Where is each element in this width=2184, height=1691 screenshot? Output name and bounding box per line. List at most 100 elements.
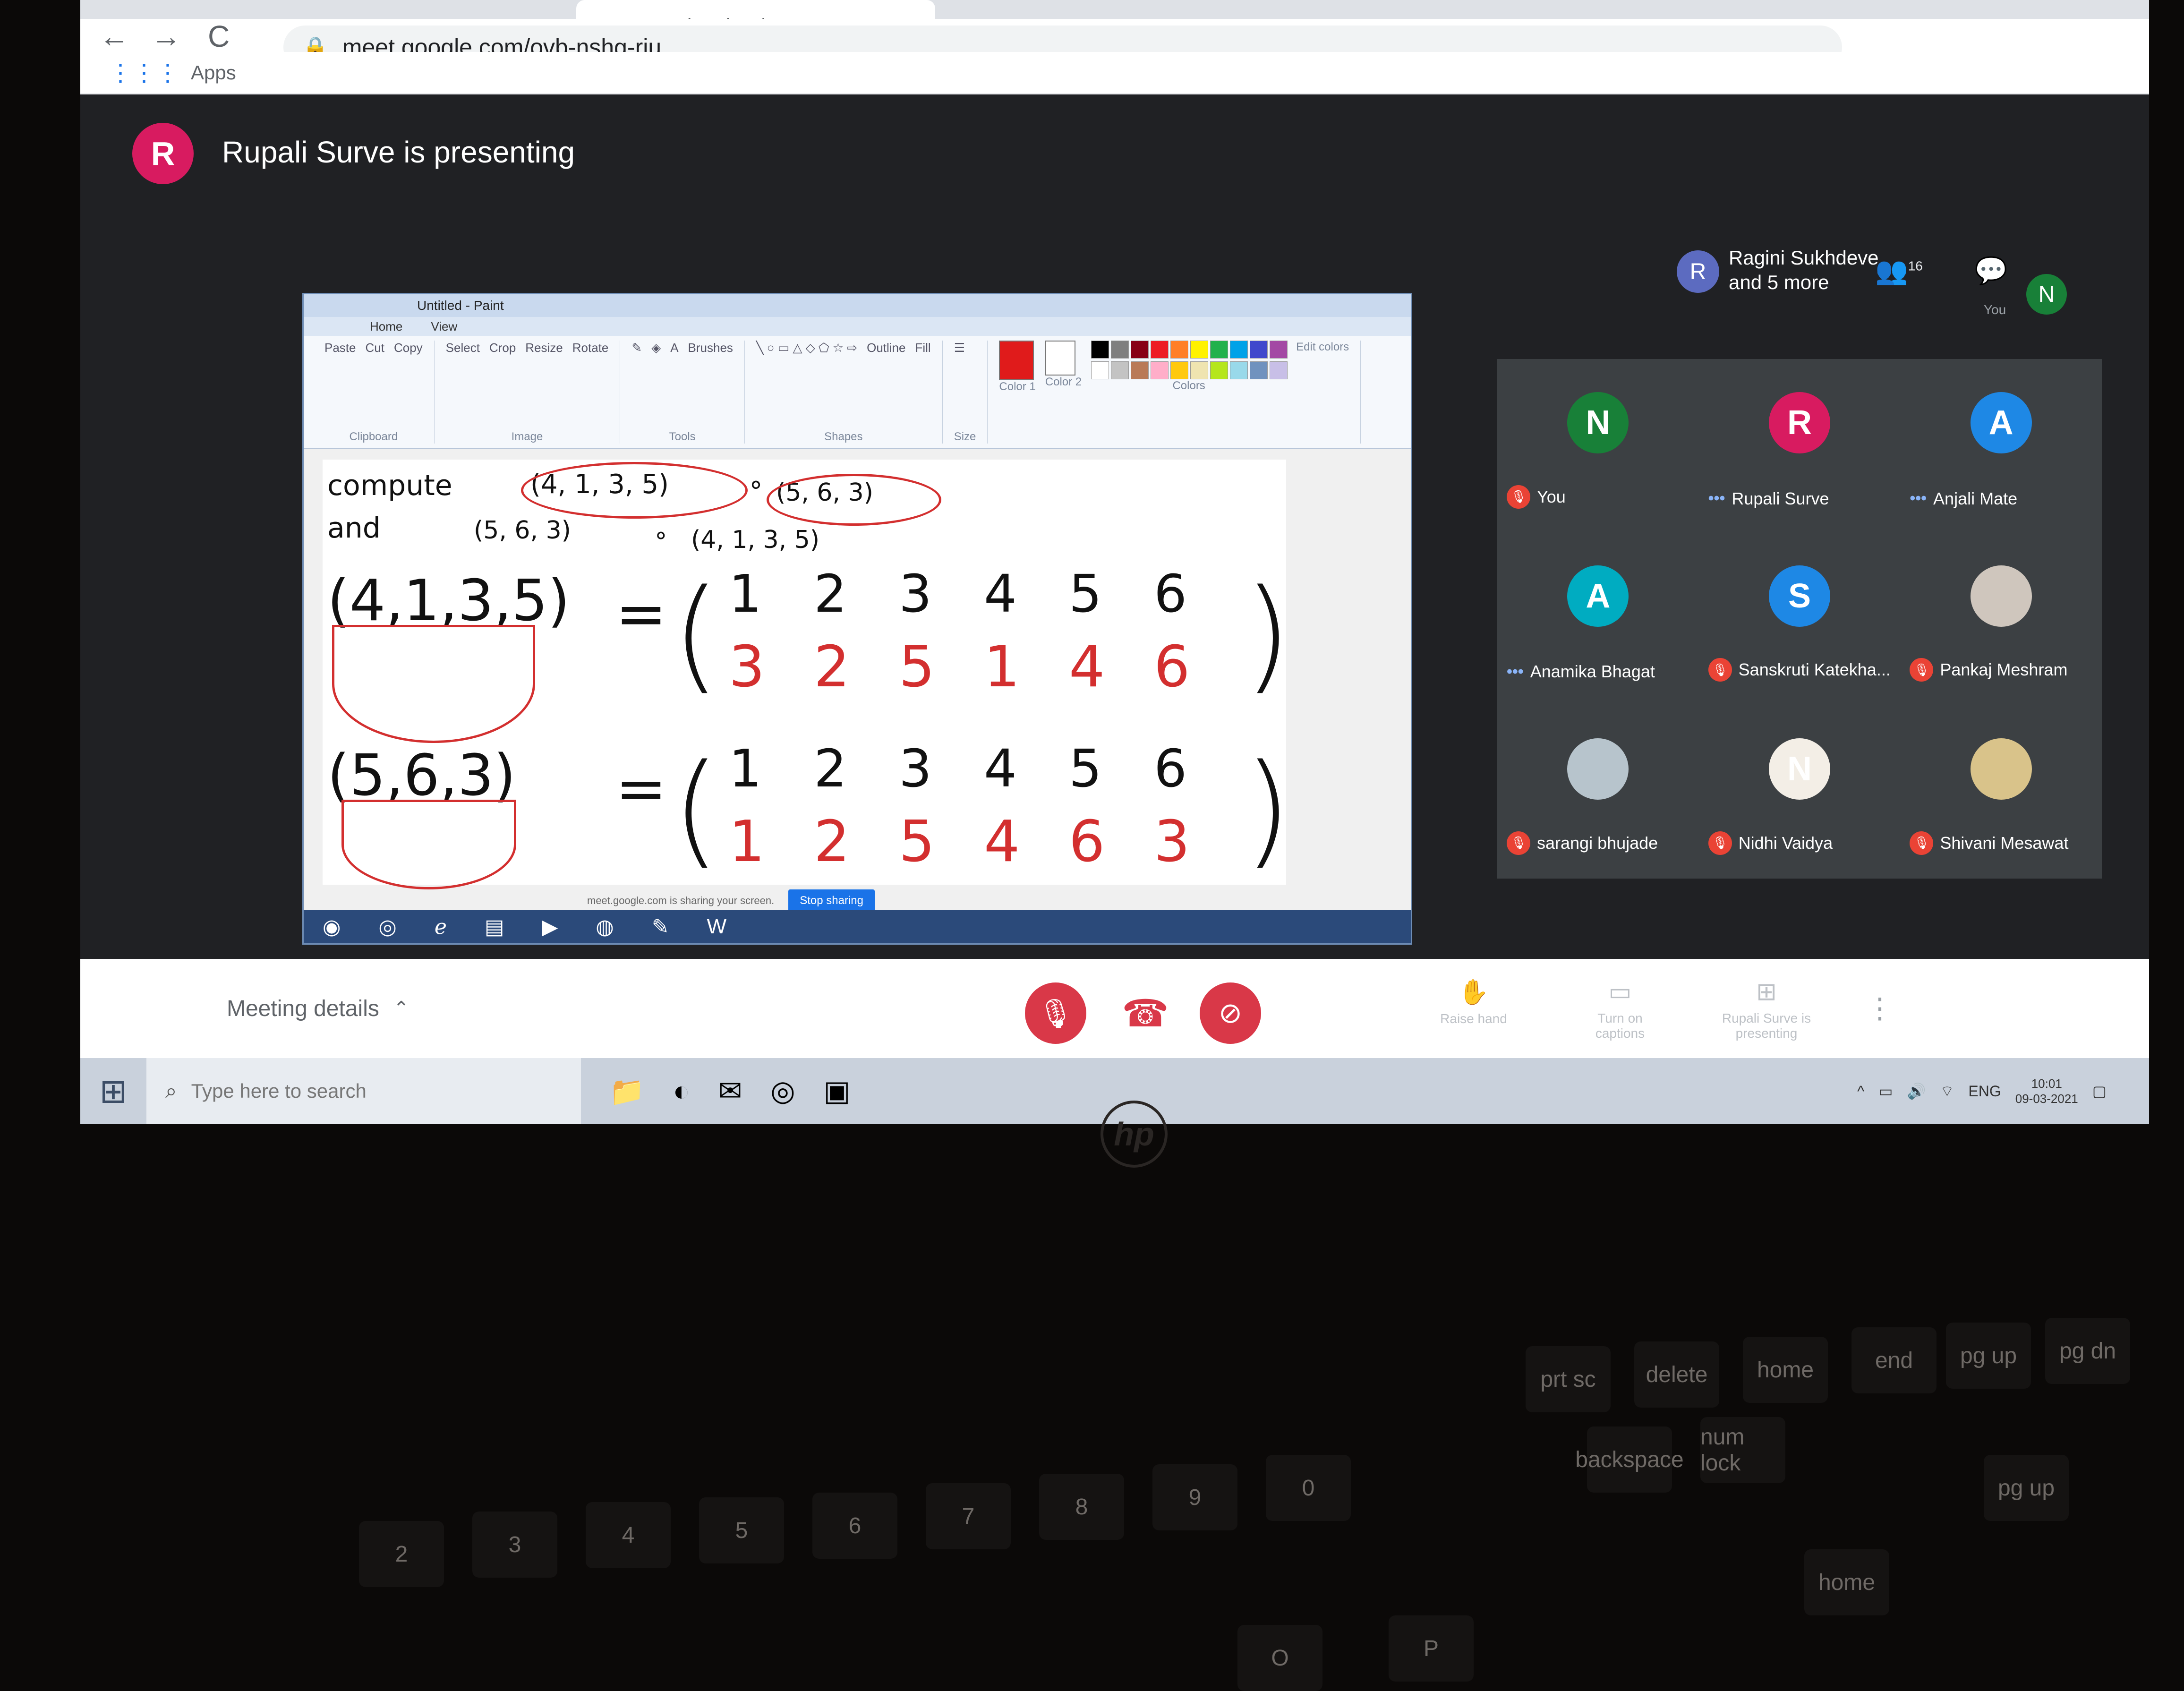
keyboard-key[interactable]: 7: [926, 1483, 1011, 1549]
windows-start-icon[interactable]: ⊞: [80, 1072, 146, 1110]
participant-tile[interactable]: A ••• Anjali Mate: [1900, 359, 2102, 532]
select-button[interactable]: Select: [446, 341, 480, 355]
text-icon[interactable]: A: [670, 341, 678, 355]
color2-selector[interactable]: Color 2: [1045, 341, 1082, 389]
palette-swatch[interactable]: [1230, 361, 1248, 379]
palette-swatch[interactable]: [1210, 341, 1228, 359]
keyboard-key[interactable]: delete: [1634, 1341, 1719, 1408]
paint-canvas[interactable]: compute (4, 1, 3, 5) ∘ (5, 6, 3) and (5,…: [323, 460, 1291, 889]
chat-icon[interactable]: 💬: [1975, 255, 2008, 286]
keyboard-key[interactable]: pg dn: [2045, 1318, 2130, 1384]
brushes-button[interactable]: Brushes: [688, 341, 733, 355]
participant-tile[interactable]: N 🎙 You: [1497, 359, 1699, 532]
participant-tile[interactable]: N 🎙 Nidhi Vaidya: [1699, 705, 1901, 879]
palette-swatch[interactable]: [1190, 341, 1209, 359]
keyboard-key[interactable]: 4: [586, 1502, 671, 1568]
apps-label[interactable]: Apps: [191, 61, 236, 84]
resize-button[interactable]: Resize: [525, 341, 563, 355]
tab-view[interactable]: View: [431, 319, 457, 334]
back-button[interactable]: ←: [99, 19, 129, 54]
fill-icon[interactable]: ◈: [651, 341, 661, 355]
palette-swatch[interactable]: [1270, 341, 1288, 359]
palette-swatch[interactable]: [1250, 341, 1268, 359]
keyboard-key[interactable]: 2: [359, 1521, 444, 1587]
palette-swatch[interactable]: [1270, 361, 1288, 379]
stop-sharing-button[interactable]: Stop sharing: [788, 889, 875, 912]
lang-indicator[interactable]: ENG: [1968, 1083, 2001, 1100]
keyboard-key[interactable]: backspace: [1575, 1426, 1684, 1493]
crop-button[interactable]: Crop: [489, 341, 516, 355]
shapes-gallery-icon[interactable]: ╲ ○ ▭ △ ◇ ⬠ ☆ ⇨: [756, 341, 857, 355]
presenting-button[interactable]: ⊞ Rupali Surve is presenting: [1719, 978, 1814, 1041]
mic-off-button[interactable]: 🎙: [1025, 982, 1086, 1044]
apps-grid-icon[interactable]: ⋮⋮⋮: [109, 59, 179, 86]
fill-button[interactable]: Fill: [915, 341, 930, 355]
word-icon[interactable]: W: [707, 915, 727, 939]
palette-swatch[interactable]: [1111, 341, 1129, 359]
more-options-icon[interactable]: ⋮: [1866, 992, 1894, 1025]
keyboard-key[interactable]: 6: [812, 1493, 897, 1559]
keyboard-key[interactable]: 8: [1039, 1474, 1124, 1540]
pencil-icon[interactable]: ✎: [631, 341, 642, 355]
keyboard-key[interactable]: P: [1389, 1615, 1474, 1682]
firefox-icon[interactable]: ◍: [596, 915, 614, 939]
start-orb-icon[interactable]: ◉: [323, 915, 341, 939]
participant-tile[interactable]: 🎙 sarangi bhujade: [1497, 705, 1699, 879]
keyboard-key[interactable]: end: [1851, 1327, 1937, 1393]
keyboard-key[interactable]: 9: [1152, 1464, 1237, 1530]
keyboard-key[interactable]: home: [1804, 1549, 1889, 1615]
keyboard-key[interactable]: 5: [699, 1497, 784, 1563]
palette-swatch[interactable]: [1151, 341, 1169, 359]
palette-swatch[interactable]: [1170, 341, 1189, 359]
media-icon[interactable]: ▶: [542, 915, 558, 939]
self-avatar[interactable]: N: [2026, 274, 2067, 315]
tab-home[interactable]: Home: [370, 319, 402, 334]
notifications-icon[interactable]: ▢: [2092, 1082, 2107, 1100]
forward-button[interactable]: →: [151, 19, 181, 54]
outline-button[interactable]: Outline: [867, 341, 905, 355]
palette-swatch[interactable]: [1190, 361, 1209, 379]
keyboard-key[interactable]: O: [1237, 1625, 1322, 1691]
keyboard-key[interactable]: 3: [472, 1512, 557, 1578]
clock[interactable]: 10:01 09-03-2021: [2015, 1076, 2078, 1106]
color1-selector[interactable]: Color 1: [999, 341, 1036, 393]
meet-app-icon[interactable]: ▣: [824, 1075, 851, 1108]
size-icon[interactable]: ☰: [954, 341, 965, 355]
participant-tile[interactable]: 🎙 Pankaj Meshram: [1900, 532, 2102, 706]
keyboard-key[interactable]: pg up: [1946, 1323, 2031, 1389]
taskbar-search[interactable]: ⌕ Type here to search: [146, 1058, 581, 1124]
cut-button[interactable]: Cut: [366, 341, 384, 355]
participant-tile[interactable]: A ••• Anamika Bhagat: [1497, 532, 1699, 706]
file-explorer-icon[interactable]: 📁: [609, 1075, 645, 1108]
keyboard-key[interactable]: 0: [1266, 1455, 1351, 1521]
edit-colors-button[interactable]: Edit colors: [1296, 341, 1349, 354]
participant-tile[interactable]: S 🎙 Sanskruti Katekha...: [1699, 532, 1901, 706]
palette-swatch[interactable]: [1091, 361, 1109, 379]
captions-button[interactable]: ▭ Turn on captions: [1573, 978, 1667, 1041]
rotate-button[interactable]: Rotate: [572, 341, 609, 355]
keyboard-key[interactable]: home: [1743, 1337, 1828, 1403]
palette-swatch[interactable]: [1131, 361, 1149, 379]
explorer-icon[interactable]: ▤: [485, 915, 504, 939]
wifi-icon[interactable]: ⌔: [1940, 1082, 1954, 1101]
paste-button[interactable]: Paste: [324, 341, 356, 355]
palette-swatch[interactable]: [1091, 341, 1109, 359]
mail-icon[interactable]: ✉: [718, 1075, 742, 1108]
keyboard-key[interactable]: num lock: [1700, 1417, 1785, 1483]
palette-swatch[interactable]: [1170, 361, 1189, 379]
participant-tile[interactable]: 🎙 Shivani Mesawat: [1900, 705, 2102, 879]
people-icon[interactable]: 👥16: [1875, 255, 1923, 286]
hang-up-button[interactable]: ☎: [1115, 982, 1176, 1044]
palette-swatch[interactable]: [1111, 361, 1129, 379]
meeting-details-button[interactable]: Meeting details: [227, 996, 379, 1022]
tray-chevron-icon[interactable]: ^: [1857, 1083, 1864, 1100]
chrome-taskbar-icon[interactable]: ◎: [770, 1075, 795, 1108]
palette-swatch[interactable]: [1210, 361, 1228, 379]
camera-off-button[interactable]: ⊘: [1200, 982, 1261, 1044]
participant-tile[interactable]: R ••• Rupali Surve: [1699, 359, 1901, 532]
palette-swatch[interactable]: [1151, 361, 1169, 379]
palette-swatch[interactable]: [1250, 361, 1268, 379]
palette-swatch[interactable]: [1131, 341, 1149, 359]
palette-swatch[interactable]: [1230, 341, 1248, 359]
copy-button[interactable]: Copy: [394, 341, 423, 355]
